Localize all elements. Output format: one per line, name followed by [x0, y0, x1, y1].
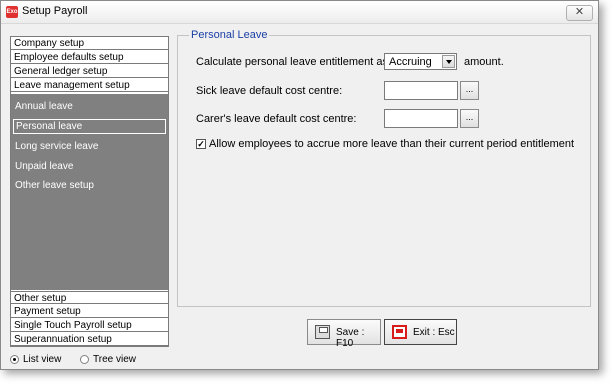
- leave-items-panel: Annual leave Personal leave Long service…: [11, 94, 168, 290]
- accrue-more-leave-label: Allow employees to accrue more leave tha…: [209, 138, 575, 150]
- personal-leave-groupbox: [177, 35, 591, 307]
- window-title: Setup Payroll: [22, 5, 88, 17]
- tree-view-label: Tree view: [93, 354, 136, 365]
- floppy-disk-icon: [315, 325, 330, 339]
- sidebar-section-general-ledger[interactable]: General ledger setup: [11, 65, 168, 78]
- sidebar-section-other-setup[interactable]: Other setup: [11, 291, 168, 304]
- tree-view-radio[interactable]: [80, 355, 89, 364]
- sidebar-section-leave-management[interactable]: Leave management setup: [11, 79, 168, 92]
- entitlement-select-value: Accruing: [389, 56, 432, 68]
- carers-leave-label: Carer's leave default cost centre:: [196, 113, 357, 125]
- list-view-option[interactable]: List view: [10, 354, 61, 365]
- exit-button-label: Exit : Esc: [413, 327, 455, 338]
- sick-leave-lookup-button[interactable]: ...: [460, 81, 479, 100]
- entitlement-label: Calculate personal leave entitlement as:: [196, 56, 392, 68]
- sick-leave-label: Sick leave default cost centre:: [196, 85, 343, 97]
- carers-leave-cost-centre-input[interactable]: [384, 109, 458, 128]
- sick-leave-cost-centre-input[interactable]: [384, 81, 458, 100]
- entitlement-suffix: amount.: [464, 56, 504, 68]
- panel-title: Personal Leave: [189, 29, 270, 41]
- accrue-more-leave-checkbox[interactable]: ✓: [196, 139, 206, 149]
- exit-door-icon: [392, 325, 407, 339]
- sidebar-item-unpaid-leave[interactable]: Unpaid leave: [15, 161, 73, 172]
- carers-leave-lookup-button[interactable]: ...: [460, 109, 479, 128]
- save-button[interactable]: Save : F10: [307, 319, 381, 349]
- list-view-label: List view: [23, 354, 62, 365]
- sidebar-item-other-leave-setup[interactable]: Other leave setup: [15, 180, 94, 191]
- title-bar: Exo Setup Payroll ✕: [1, 1, 598, 24]
- sidebar-item-personal-leave[interactable]: Personal leave: [13, 119, 166, 134]
- setup-payroll-window: Exo Setup Payroll ✕ Company setup Employ…: [0, 0, 599, 370]
- exit-button[interactable]: Exit : Esc: [384, 319, 457, 345]
- list-view-radio[interactable]: [10, 355, 19, 364]
- setup-sidebar: Company setup Employee defaults setup Ge…: [10, 36, 169, 347]
- sidebar-section-payment-setup[interactable]: Payment setup: [11, 305, 168, 318]
- close-button[interactable]: ✕: [566, 5, 593, 21]
- exo-app-icon: Exo: [6, 6, 18, 18]
- entitlement-select[interactable]: Accruing: [384, 53, 457, 70]
- sidebar-section-superannuation[interactable]: Superannuation setup: [11, 333, 168, 346]
- sidebar-section-single-touch-payroll[interactable]: Single Touch Payroll setup: [11, 319, 168, 332]
- save-button-label: Save : F10: [336, 327, 365, 349]
- chevron-down-icon[interactable]: [442, 55, 455, 68]
- sidebar-item-long-service-leave[interactable]: Long service leave: [15, 141, 98, 152]
- sidebar-section-company-setup[interactable]: Company setup: [11, 37, 168, 50]
- tree-view-option[interactable]: Tree view: [80, 354, 136, 365]
- sidebar-section-employee-defaults[interactable]: Employee defaults setup: [11, 51, 168, 64]
- sidebar-item-annual-leave[interactable]: Annual leave: [15, 101, 73, 112]
